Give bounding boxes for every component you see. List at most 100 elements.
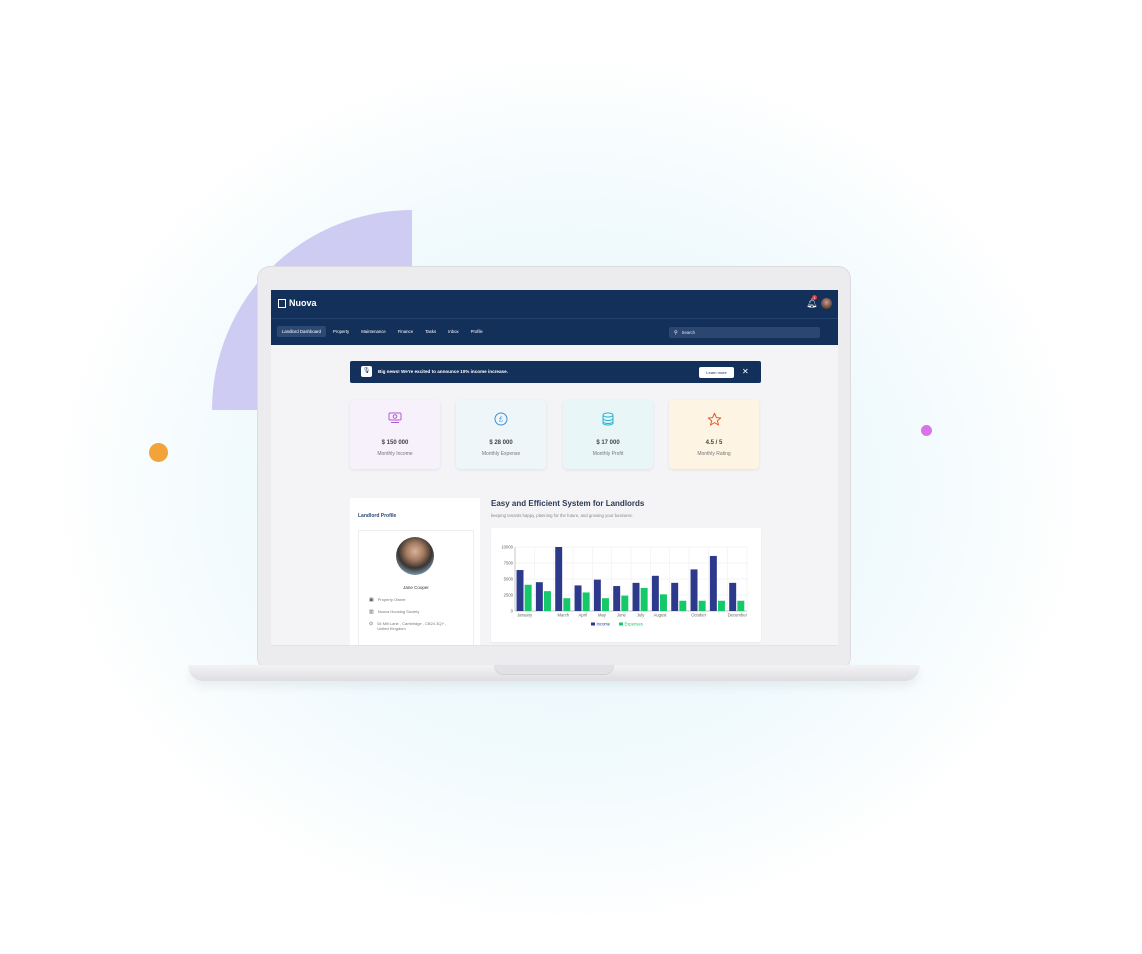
profile-address-row: ⊙ 54 Mill Lane , Cambridge , CB24 3QY , … [369,621,446,631]
bar-expenses [640,587,648,611]
address-line-2: United Kingdom [377,626,406,631]
bar-expenses [621,595,629,611]
bar-expenses [544,591,551,611]
section-subtitle: keeping tenants happy, planning for the … [491,513,633,518]
bar-income [613,586,621,611]
stat-value: $ 150 000 [381,440,409,446]
bar-income [671,582,679,611]
decorative-pink-dot [921,425,932,436]
x-tick-label: May [598,613,607,618]
profile-title: Landlord Profile [358,513,397,519]
stat-label: Monthly Expense [481,451,521,457]
coins-stack-icon [563,412,653,429]
bar-income [593,579,601,611]
x-tick-label: June [617,613,627,618]
briefcase-icon: ▣ [369,597,374,603]
nav-item-maintenance[interactable]: Maintenance [356,326,391,337]
stat-value: $ 17 000 [596,440,620,446]
x-tick-label: January [517,613,533,618]
y-tick-label: 0 [511,609,514,614]
bar-income [535,582,543,611]
x-tick-label: July [637,613,645,618]
income-expense-chart: 0 2500 5000 7500 10000 January March April May Ju… [501,545,748,627]
search-input[interactable]: ⚲ Search [669,327,820,338]
legend-label: Income [597,622,611,627]
nav-item-tasks[interactable]: Tasks [420,326,441,337]
bell-icon[interactable]: 🔔︎ [806,299,817,308]
bar-expenses [737,600,745,611]
building-icon [278,298,286,308]
bar-expenses [602,598,609,611]
bar-expenses [679,600,687,611]
announcement-banner: 🎙︎ Big news! We're excited to announce 1… [350,361,761,383]
bar-income [574,585,582,611]
bar-expenses [582,592,590,611]
pound-coin-icon: £ [456,412,546,429]
profile-role-row: ▣ Property Owner [369,597,406,603]
section-title: Easy and Efficient System for Landlords [491,499,645,508]
profile-society: Nuova Housing Society [377,609,420,614]
bar-income [651,575,659,611]
stat-label: Monthly Income [377,451,413,457]
stat-label: Monthly Rating [697,451,731,457]
search-icon: ⚲ [674,329,678,336]
star-icon [669,412,759,430]
location-pin-icon: ⊙ [369,621,374,627]
profile-name: Jane Cooper [403,585,429,590]
nav-item-profile[interactable]: Profile [466,326,488,337]
banknote-icon [350,412,440,427]
learn-more-button[interactable]: Learn more [699,367,734,378]
stat-card-income: $ 150 000 Monthly Income [350,400,440,469]
nav-menu: Landlord Dashboard Property Maintenance … [277,326,490,337]
nav-item-property[interactable]: Property [328,326,354,337]
bar-income [555,547,563,611]
y-tick-label: 2500 [504,593,514,598]
bar-expenses [524,584,532,611]
x-tick-label: March [558,613,570,618]
stat-card-rating: 4.5 / 5 Monthly Rating [669,400,759,469]
legend-label: Expenses [625,622,643,627]
x-tick-label: December [728,613,748,618]
profile-role: Property Owner [377,597,406,602]
profile-address: 54 Mill Lane , Cambridge , CB24 3QY , Un… [377,621,446,631]
top-bar: Nuova 🔔︎ 1 [271,290,838,318]
nav-bar: Landlord Dashboard Property Maintenance … [271,318,838,345]
stat-value: 4.5 / 5 [705,440,723,446]
app-screen: Nuova 🔔︎ 1 Landlord Dashboard Property M… [271,290,838,646]
profile-photo [396,537,434,575]
footer-divider [271,645,838,646]
profile-society-row: ▥ Nuova Housing Society [369,609,419,615]
banner-text: Big news! We're excited to announce 10% … [378,369,508,374]
notification-badge: 1 [812,295,817,300]
user-avatar[interactable] [821,298,832,309]
profile-card: Jane Cooper ▣ Property Owner ▥ Nuova Hou… [358,530,474,646]
microphone-icon: 🎙︎ [361,366,372,377]
search-placeholder: Search [681,330,695,335]
bar-income [632,582,640,611]
bar-income [709,555,717,611]
stat-label: Monthly Profit [592,451,624,457]
brand-name: Nuova [289,298,317,308]
svg-text:£: £ [499,417,503,424]
bar-expenses [563,598,571,611]
income-expense-chart-card: 0 2500 5000 7500 10000 January March April May Ju… [491,528,761,642]
x-tick-label: April [578,613,586,618]
close-icon[interactable]: ✕ [742,366,749,377]
nav-item-inbox[interactable]: Inbox [443,326,464,337]
stat-value: $ 28 000 [489,440,513,446]
bar-income [729,582,737,611]
y-tick-label: 10000 [501,545,513,550]
y-tick-label: 5000 [504,577,514,582]
x-tick-label: August [653,613,667,618]
building-icon: ▥ [369,609,374,615]
laptop-notch [494,665,614,675]
nav-item-landlord-dashboard[interactable]: Landlord Dashboard [277,326,326,337]
x-tick-label: October [691,613,707,618]
legend-swatch [591,622,595,626]
nav-item-finance[interactable]: Finance [393,326,418,337]
bar-income [690,569,698,611]
y-tick-label: 7500 [504,561,514,566]
brand-logo[interactable]: Nuova [278,298,317,308]
landlord-profile-panel: Landlord Profile Jane Cooper ▣ Property … [350,498,480,646]
bar-expenses [698,600,706,611]
